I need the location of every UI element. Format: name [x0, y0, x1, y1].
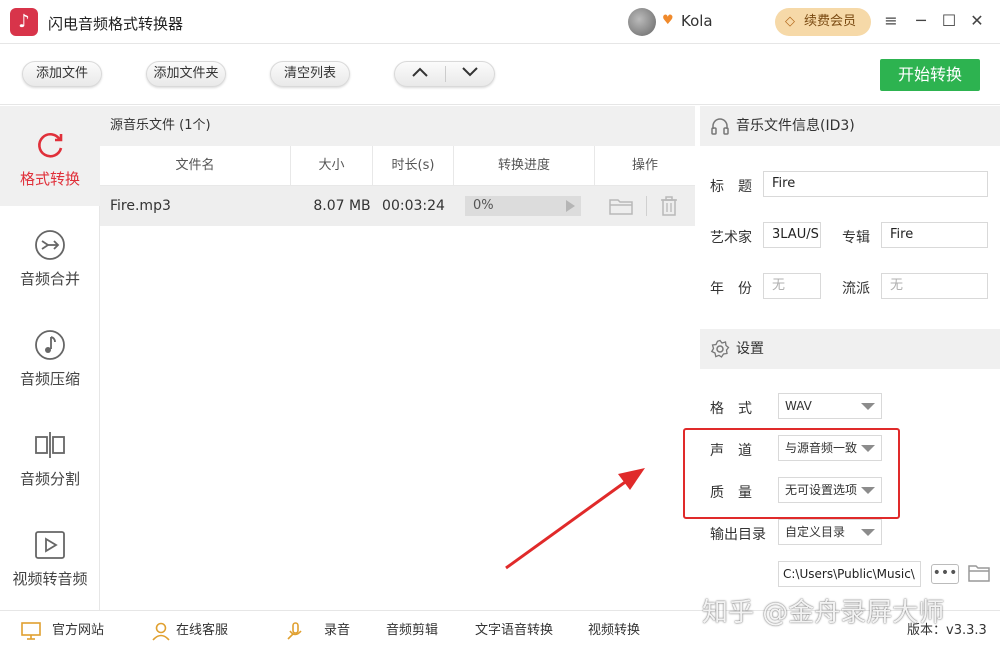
settings-section-title: 设置	[736, 341, 764, 357]
close-icon[interactable]: ✕	[966, 10, 988, 32]
nav-label: 格式转换	[19, 170, 80, 188]
menu-icon[interactable]: ≡	[880, 10, 902, 32]
output-dir-select[interactable]: 自定义目录	[778, 519, 882, 545]
reorder-buttons	[394, 61, 495, 87]
title-field[interactable]: Fire	[763, 171, 988, 197]
app-logo: ♪	[10, 8, 38, 36]
microphone-icon	[287, 622, 302, 640]
nav-label: 音频合并	[19, 270, 80, 288]
output-path-field[interactable]: C:\Users\Public\Music\	[778, 561, 921, 587]
album-field[interactable]: Fire	[881, 222, 988, 248]
id3-section-title: 音乐文件信息(ID3)	[736, 118, 855, 134]
minimize-icon[interactable]: ─	[910, 10, 932, 32]
clear-list-button[interactable]: 清空列表	[270, 61, 350, 87]
divider	[646, 196, 647, 216]
headphones-icon	[711, 118, 729, 135]
left-nav: 格式转换 音频合并 音频压缩 音频分割 视频转音频	[0, 106, 100, 610]
add-file-button[interactable]: 添加文件	[22, 61, 102, 87]
watermark: 知乎 @金舟录屏大师	[702, 598, 945, 628]
online-service-link[interactable]: 在线客服	[176, 611, 228, 650]
nav-item-audio-compress[interactable]: 音频压缩	[0, 306, 100, 406]
app-title: 闪电音频格式转换器	[48, 15, 184, 33]
move-down-button[interactable]	[445, 62, 495, 86]
genre-label: 流派	[842, 281, 870, 297]
column-header-actions: 操作	[595, 146, 695, 186]
progress-bar: 0%	[465, 196, 581, 216]
nav-item-audio-merge[interactable]: 音频合并	[0, 206, 100, 306]
record-link[interactable]: 录音	[324, 611, 350, 650]
id3-section-header: 音乐文件信息(ID3)	[700, 106, 1000, 146]
user-icon	[152, 622, 170, 641]
format-value: WAV	[785, 399, 812, 413]
column-header-size[interactable]: 大小	[291, 146, 373, 186]
title-bar: ♪ 闪电音频格式转换器 ♥ Kola ◇ 续费会员 ≡ ─ ☐ ✕	[0, 0, 1000, 44]
nav-item-video-to-audio[interactable]: 视频转音频	[0, 506, 100, 606]
username[interactable]: Kola	[681, 12, 713, 30]
artist-label: 艺术家	[710, 230, 752, 246]
nav-item-audio-split[interactable]: 音频分割	[0, 406, 100, 506]
diamond-icon: ◇	[785, 14, 795, 29]
trash-icon[interactable]	[658, 195, 680, 217]
artist-field[interactable]: 3LAU/S	[763, 222, 821, 248]
right-panel: 音乐文件信息(ID3) 标 题 Fire 艺术家 3LAU/S 专辑 Fire …	[700, 106, 1000, 610]
toolbar: 添加文件 添加文件夹 清空列表 开始转换	[0, 45, 1000, 105]
nav-item-format-convert[interactable]: 格式转换	[0, 106, 100, 206]
title-label: 标 题	[710, 179, 752, 195]
column-header-filename[interactable]: 文件名	[100, 146, 291, 186]
table-row[interactable]: Fire.mp3 8.07 MB 00:03:24 0%	[100, 186, 695, 226]
start-convert-button[interactable]: 开始转换	[880, 59, 980, 91]
format-label: 格 式	[710, 401, 752, 417]
folder-icon[interactable]	[608, 196, 634, 216]
output-dir-value: 自定义目录	[785, 525, 846, 539]
vip-badge-icon: ♥	[662, 13, 674, 28]
nav-label: 视频转音频	[12, 570, 88, 588]
official-site-link[interactable]: 官方网站	[52, 611, 104, 650]
chevron-down-icon	[462, 67, 478, 77]
annotation-highlight-box	[683, 428, 900, 519]
split-icon	[35, 432, 65, 458]
file-name: Fire.mp3	[110, 198, 171, 214]
output-dir-label: 输出目录	[710, 527, 766, 543]
genre-field[interactable]: 无	[881, 273, 988, 299]
settings-section-header: 设置	[700, 329, 1000, 369]
add-folder-button[interactable]: 添加文件夹	[146, 61, 226, 87]
move-up-button[interactable]	[395, 62, 445, 86]
avatar[interactable]	[628, 8, 656, 36]
tts-link[interactable]: 文字语音转换	[475, 611, 553, 650]
nav-label: 音频压缩	[19, 370, 80, 388]
merge-icon	[35, 230, 65, 260]
column-header-duration[interactable]: 时长(s)	[373, 146, 454, 186]
file-list-header: 源音乐文件 (1个)	[100, 106, 695, 146]
progress-text: 0%	[473, 198, 494, 213]
gear-icon	[710, 339, 730, 358]
year-label: 年 份	[710, 281, 752, 297]
video-convert-link[interactable]: 视频转换	[588, 611, 640, 650]
format-select[interactable]: WAV	[778, 393, 882, 419]
file-duration: 00:03:24	[382, 198, 445, 214]
folder-icon[interactable]	[967, 562, 991, 584]
file-list-panel: 源音乐文件 (1个) 文件名 大小 时长(s) 转换进度 操作 Fire.mp3…	[100, 106, 695, 610]
maximize-icon[interactable]: ☐	[938, 10, 960, 32]
year-field[interactable]: 无	[763, 273, 821, 299]
more-icon[interactable]: •••	[931, 564, 959, 584]
chevron-up-icon	[412, 67, 428, 77]
column-header-progress[interactable]: 转换进度	[454, 146, 595, 186]
chevron-down-icon	[861, 529, 875, 536]
album-label: 专辑	[842, 230, 870, 246]
music-note-icon	[35, 330, 65, 360]
monitor-icon	[21, 622, 41, 640]
audio-edit-link[interactable]: 音频剪辑	[386, 611, 438, 650]
chevron-down-icon	[861, 403, 875, 410]
nav-label: 音频分割	[19, 470, 80, 488]
play-icon	[35, 531, 65, 559]
file-size: 8.07 MB	[313, 198, 371, 214]
refresh-icon	[38, 133, 63, 158]
renew-label: 续费会员	[803, 14, 856, 29]
renew-membership-button[interactable]: ◇ 续费会员	[775, 8, 871, 36]
play-icon	[566, 200, 575, 212]
